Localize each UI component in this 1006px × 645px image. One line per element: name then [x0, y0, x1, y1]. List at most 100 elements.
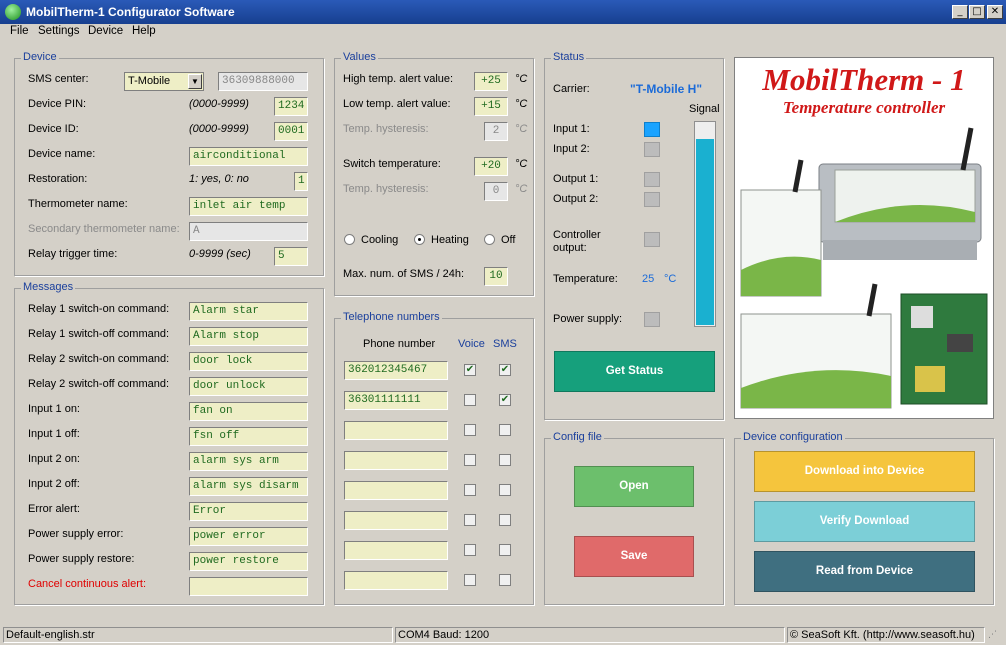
relay-trigger-label: Relay trigger time: — [28, 248, 118, 260]
values-group-label: Values — [341, 51, 378, 63]
device-name-label: Device name: — [28, 148, 96, 160]
chevron-down-icon[interactable]: ▼ — [188, 74, 202, 89]
menu-file[interactable]: File — [10, 25, 29, 37]
message-field[interactable]: Alarm stop — [189, 327, 308, 346]
download-button[interactable]: Download into Device — [754, 451, 975, 492]
voice-checkbox[interactable] — [464, 544, 476, 556]
signal-fill — [696, 139, 714, 325]
sms-center-field[interactable]: 36309888000 — [218, 72, 308, 91]
phone-number-field[interactable]: 36301111111 — [344, 391, 448, 410]
voice-checkbox[interactable] — [464, 574, 476, 586]
controller-output-led — [644, 232, 660, 247]
secondary-thermometer-field[interactable]: A — [189, 222, 308, 241]
message-field[interactable]: door lock — [189, 352, 308, 371]
minimize-button[interactable]: _ — [952, 5, 968, 19]
app-globe-icon — [5, 4, 21, 20]
voice-checkbox[interactable] — [464, 424, 476, 436]
message-label: Input 2 on: — [28, 453, 80, 465]
close-button[interactable]: ✕ — [987, 5, 1003, 19]
message-field[interactable]: alarm sys arm — [189, 452, 308, 471]
message-field[interactable]: Error — [189, 502, 308, 521]
phone-number-field[interactable] — [344, 511, 448, 530]
mode-off-radio[interactable] — [484, 234, 495, 245]
sms-checkbox[interactable] — [499, 454, 511, 466]
voice-checkbox[interactable] — [464, 394, 476, 406]
device-pin-field[interactable]: 1234 — [274, 97, 308, 116]
sms-checkbox[interactable]: ✔ — [499, 394, 511, 406]
product-subtitle: Temperature controller — [782, 98, 946, 117]
save-button[interactable]: Save — [574, 536, 694, 577]
message-label: Error alert: — [28, 503, 80, 515]
restoration-field[interactable]: 1 — [294, 172, 308, 191]
phone-number-field[interactable] — [344, 571, 448, 590]
message-field[interactable]: fan on — [189, 402, 308, 421]
menu-settings[interactable]: Settings — [38, 25, 80, 37]
message-field[interactable]: Alarm star — [189, 302, 308, 321]
sms-checkbox[interactable] — [499, 424, 511, 436]
signal-label: Signal — [689, 103, 720, 115]
high-temp-unit: °C — [515, 73, 528, 85]
thermometer-name-label: Thermometer name: — [28, 198, 128, 210]
high-temp-field[interactable]: +25 — [474, 72, 508, 91]
product-image: MobilTherm - 1 Temperature controller — [734, 57, 994, 419]
menu-help[interactable]: Help — [132, 25, 156, 37]
device-name-field[interactable]: airconditional — [189, 147, 308, 166]
resize-grip-icon[interactable]: ⋰ — [988, 630, 1002, 642]
message-field[interactable]: alarm sys disarm — [189, 477, 308, 496]
read-button[interactable]: Read from Device — [754, 551, 975, 592]
hysteresis2-field[interactable]: 0 — [484, 182, 508, 201]
voice-checkbox[interactable] — [464, 454, 476, 466]
values-group: Values — [334, 51, 534, 296]
voice-header: Voice — [458, 338, 485, 350]
mode-cooling-radio[interactable] — [344, 234, 355, 245]
device-illustration — [740, 127, 988, 409]
carrier-select[interactable]: T-Mobile ▼ — [124, 72, 204, 91]
phone-number-field[interactable] — [344, 541, 448, 560]
power-supply-label: Power supply: — [553, 313, 623, 325]
mode-heating-radio[interactable] — [414, 234, 425, 245]
status-group-label: Status — [551, 51, 587, 63]
maximize-button[interactable]: □ — [969, 5, 985, 19]
switch-temp-unit: °C — [515, 158, 528, 170]
phone-number-field[interactable]: 362012345467 — [344, 361, 448, 380]
hysteresis1-field[interactable]: 2 — [484, 122, 508, 141]
get-status-button[interactable]: Get Status — [554, 351, 715, 392]
temperature-label: Temperature: — [553, 273, 618, 285]
sms-checkbox[interactable] — [499, 574, 511, 586]
voice-checkbox[interactable] — [464, 514, 476, 526]
config-file-group-label: Config file — [551, 431, 604, 443]
sms-checkbox[interactable] — [499, 514, 511, 526]
verify-button[interactable]: Verify Download — [754, 501, 975, 542]
voice-checkbox[interactable] — [464, 484, 476, 496]
device-id-field[interactable]: 0001 — [274, 122, 308, 141]
switch-temp-label: Switch temperature: — [343, 158, 441, 170]
input1-led — [644, 122, 660, 137]
message-field[interactable]: fsn off — [189, 427, 308, 446]
phone-number-field[interactable] — [344, 481, 448, 500]
thermometer-name-field[interactable]: inlet air temp — [189, 197, 308, 216]
phone-number-field[interactable] — [344, 451, 448, 470]
voice-checkbox[interactable]: ✔ — [464, 364, 476, 376]
message-field[interactable]: power restore — [189, 552, 308, 571]
message-field[interactable]: door unlock — [189, 377, 308, 396]
signal-meter — [694, 121, 716, 327]
sms-checkbox[interactable] — [499, 484, 511, 496]
sms-checkbox[interactable]: ✔ — [499, 364, 511, 376]
menu-device[interactable]: Device — [88, 25, 123, 37]
message-label: Power supply restore: — [28, 553, 135, 565]
carrier-value: "T-Mobile H" — [630, 82, 703, 96]
max-sms-field[interactable]: 10 — [484, 267, 508, 286]
relay-trigger-field[interactable]: 5 — [274, 247, 308, 266]
open-button[interactable]: Open — [574, 466, 694, 507]
sms-checkbox[interactable] — [499, 544, 511, 556]
hysteresis1-label: Temp. hysteresis: — [343, 123, 429, 135]
low-temp-field[interactable]: +15 — [474, 97, 508, 116]
message-label: Power supply error: — [28, 528, 124, 540]
power-supply-led — [644, 312, 660, 327]
mode-off-label: Off — [501, 234, 516, 246]
message-field[interactable] — [189, 577, 308, 596]
switch-temp-field[interactable]: +20 — [474, 157, 508, 176]
hysteresis2-unit: °C — [515, 183, 528, 195]
message-field[interactable]: power error — [189, 527, 308, 546]
phone-number-field[interactable] — [344, 421, 448, 440]
